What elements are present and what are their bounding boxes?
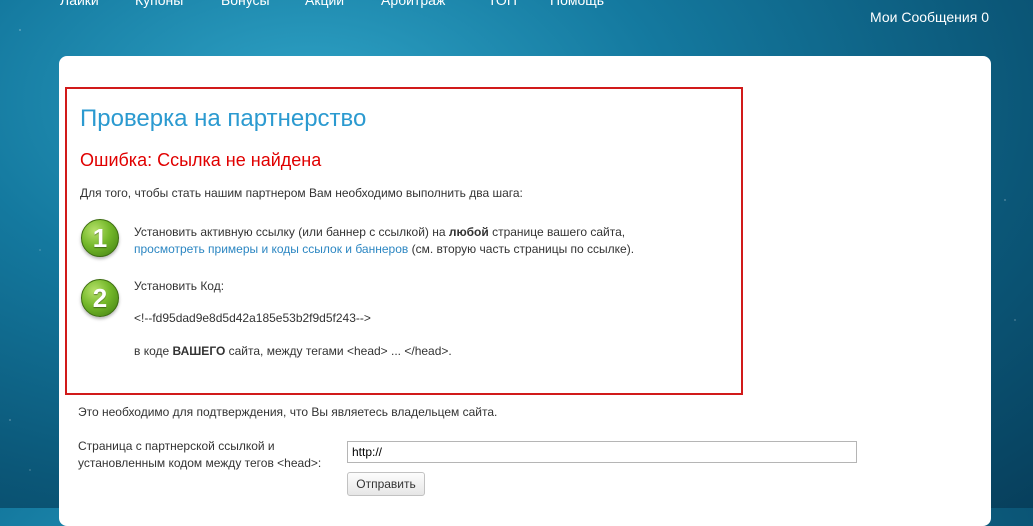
nav-item-bonuses[interactable]: Бонусы — [221, 0, 270, 8]
examples-link[interactable]: просмотреть примеры и коды ссылок и банн… — [134, 242, 408, 256]
nav-item-likes[interactable]: Лайки — [60, 0, 99, 8]
partner-page-url-input[interactable] — [347, 441, 857, 463]
url-field-label: Страница с партнерской ссылкой и установл… — [78, 439, 322, 470]
nav-item-top[interactable]: ТОП — [488, 0, 517, 8]
error-message: Ошибка: Ссылка не найдена — [80, 150, 322, 170]
page-title: Проверка на партнерство — [80, 105, 367, 132]
step-two-note: в коде ВАШЕГО сайта, между тегами <head>… — [134, 344, 452, 358]
step-one-icon: 1 — [81, 219, 119, 257]
nav-item-help[interactable]: Помощь — [550, 0, 604, 8]
step-one-text: Установить активную ссылку (или баннер с… — [134, 225, 635, 256]
verification-code: <!--fd95dad9e8d5d42a185e53b2f9d5f243--> — [134, 311, 371, 325]
nav-item-actions[interactable]: Акции — [305, 0, 344, 8]
step-two-icon: 2 — [81, 279, 119, 317]
confirm-text: Это необходимо для подтверждения, что Вы… — [78, 405, 498, 419]
intro-text: Для того, чтобы стать нашим партнером Ва… — [80, 186, 523, 200]
partnership-check-box: Проверка на партнерство Ошибка: Ссылка н… — [65, 87, 743, 395]
nav-item-arbitrage[interactable]: Арбитраж — [381, 0, 445, 8]
submit-button[interactable]: Отправить — [347, 472, 425, 496]
nav-item-coupons[interactable]: Купоны — [135, 0, 183, 8]
step-two-label: Установить Код: — [134, 279, 225, 293]
my-messages-link[interactable]: Мои Сообщения 0 — [870, 9, 989, 25]
